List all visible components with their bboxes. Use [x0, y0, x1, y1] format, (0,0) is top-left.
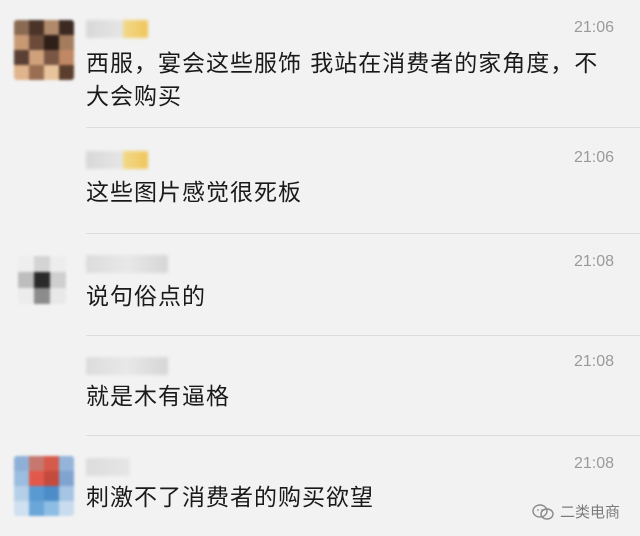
avatar[interactable]	[14, 20, 74, 80]
sender-name-blurred	[86, 458, 130, 476]
message-time: 21:06	[573, 149, 614, 166]
sender-name-blurred	[86, 357, 168, 375]
message-text: 就是木有逼格	[86, 384, 230, 410]
message-time: 21:06	[573, 19, 614, 36]
avatar[interactable]	[14, 456, 74, 516]
message-text: 这些图片感觉很死板	[86, 180, 302, 206]
message-text: 说句俗点的	[86, 284, 206, 310]
message-time: 21:08	[573, 353, 614, 370]
message-time: 21:08	[573, 253, 614, 270]
sender-name-blurred	[86, 20, 148, 38]
sender-name-blurred	[86, 255, 168, 273]
chat-message[interactable]: 21:08 说句俗点的	[0, 234, 640, 336]
message-time: 21:08	[573, 455, 614, 472]
wechat-moments-icon	[532, 503, 554, 520]
chat-message[interactable]: 21:08 就是木有逼格	[0, 336, 640, 438]
watermark-label: 二类电商	[559, 503, 620, 521]
message-text: 刺激不了消费者的购买欲望	[86, 485, 374, 511]
chat-message[interactable]: 21:06 西服，宴会这些服饰 我站在消费者的家角度，不大会购买	[0, 0, 640, 128]
avatar[interactable]	[18, 256, 66, 304]
chat-message-list: 21:06 西服，宴会这些服饰 我站在消费者的家角度，不大会购买 21:06 这…	[0, 0, 640, 536]
chat-message[interactable]: 21:06 这些图片感觉很死板	[0, 128, 640, 234]
message-text: 西服，宴会这些服饰 我站在消费者的家角度，不大会购买	[86, 51, 599, 110]
sender-name-blurred	[86, 151, 148, 169]
watermark: 二类电商	[532, 501, 620, 522]
